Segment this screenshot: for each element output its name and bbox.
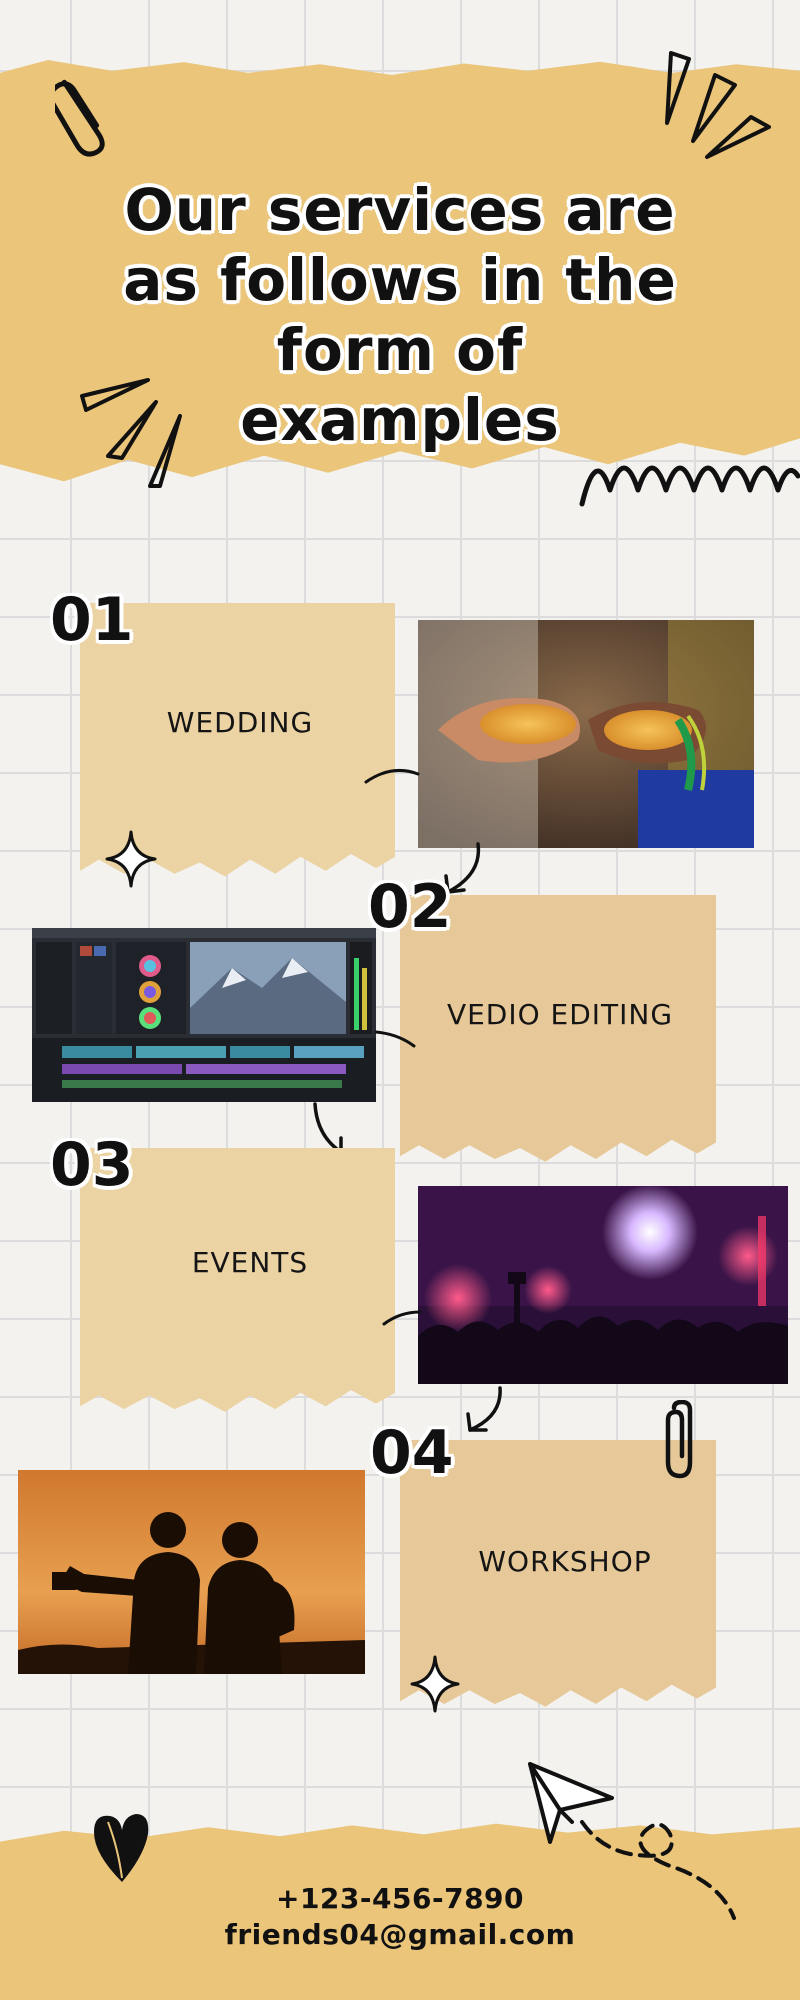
title-line-1: Our services are	[124, 176, 676, 244]
workshop-photo	[18, 1470, 365, 1674]
video-editing-photo	[32, 928, 376, 1102]
service-number-04: 04	[370, 1418, 454, 1488]
title-line-2: as follows in the	[123, 246, 677, 314]
connector-line-icon	[374, 1030, 416, 1048]
service-label-wedding: WEDDING	[166, 706, 314, 739]
connector-line-icon	[382, 1310, 422, 1326]
service-number-02: 02	[368, 872, 452, 942]
events-photo	[418, 1186, 788, 1384]
service-label-video-editing: VEDIO EDITING	[446, 998, 674, 1031]
contact-email[interactable]: friends04@gmail.com	[0, 1918, 800, 1951]
sparkle-icon	[410, 1655, 460, 1713]
burst-lines-icon	[80, 378, 182, 488]
service-number-01: 01	[50, 585, 134, 655]
service-label-events: EVENTS	[191, 1246, 309, 1279]
contact-phone[interactable]: +123-456-7890	[0, 1882, 800, 1915]
paperclip-icon	[665, 1400, 693, 1479]
burst-lines-icon	[665, 51, 771, 159]
service-label-workshop: WORKSHOP	[478, 1545, 652, 1578]
curved-arrow-icon	[466, 1386, 502, 1432]
paperclip-icon	[55, 79, 105, 157]
zigzag-doodle-icon	[579, 465, 800, 507]
heart-icon	[94, 1814, 149, 1882]
service-number-03: 03	[50, 1130, 134, 1200]
wedding-photo	[418, 620, 754, 848]
sparkle-icon	[105, 830, 157, 888]
connector-line-icon	[364, 768, 420, 784]
